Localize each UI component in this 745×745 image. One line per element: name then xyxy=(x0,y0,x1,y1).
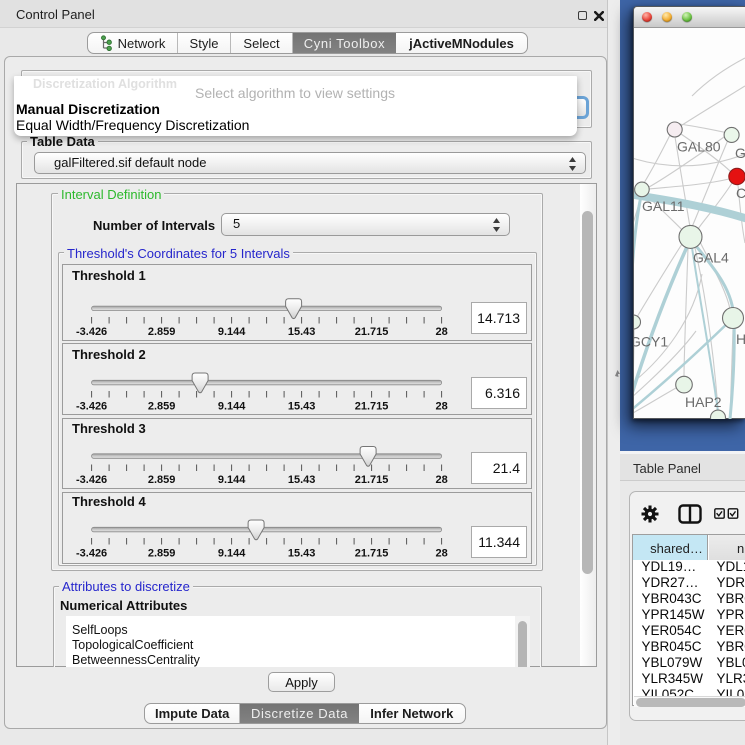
svg-text:21.715: 21.715 xyxy=(355,401,389,413)
svg-text:21.715: 21.715 xyxy=(355,326,389,338)
svg-text:9.144: 9.144 xyxy=(218,548,246,560)
svg-text:CDC: CDC xyxy=(736,185,745,201)
svg-text:GAL4: GAL4 xyxy=(693,250,729,266)
svg-text:-3.426: -3.426 xyxy=(76,474,107,486)
svg-text:GAL3: GAL3 xyxy=(735,145,745,161)
svg-text:2.859: 2.859 xyxy=(148,326,176,338)
svg-text:15.43: 15.43 xyxy=(288,401,316,413)
svg-text:HIS: HIS xyxy=(736,331,745,347)
svg-text:9.144: 9.144 xyxy=(218,326,246,338)
svg-text:15.43: 15.43 xyxy=(288,548,316,560)
svg-text:GCY1: GCY1 xyxy=(634,334,668,350)
svg-text:21.715: 21.715 xyxy=(355,548,389,560)
svg-text:28: 28 xyxy=(435,474,447,486)
svg-text:2.859: 2.859 xyxy=(148,474,176,486)
svg-text:HAP2: HAP2 xyxy=(685,394,722,410)
svg-text:-3.426: -3.426 xyxy=(76,326,107,338)
svg-text:-3.426: -3.426 xyxy=(76,548,107,560)
svg-text:2.859: 2.859 xyxy=(148,401,176,413)
svg-text:9.144: 9.144 xyxy=(218,401,246,413)
svg-text:28: 28 xyxy=(435,326,447,338)
svg-text:28: 28 xyxy=(435,401,447,413)
svg-text:21.715: 21.715 xyxy=(355,474,389,486)
svg-text:GAL80: GAL80 xyxy=(677,139,721,155)
svg-text:15.43: 15.43 xyxy=(288,326,316,338)
svg-text:GAL11: GAL11 xyxy=(642,198,685,214)
svg-text:9.144: 9.144 xyxy=(218,474,246,486)
svg-text:-3.426: -3.426 xyxy=(76,401,107,413)
svg-text:2.859: 2.859 xyxy=(148,548,176,560)
svg-text:15.43: 15.43 xyxy=(288,474,316,486)
svg-text:28: 28 xyxy=(435,548,447,560)
